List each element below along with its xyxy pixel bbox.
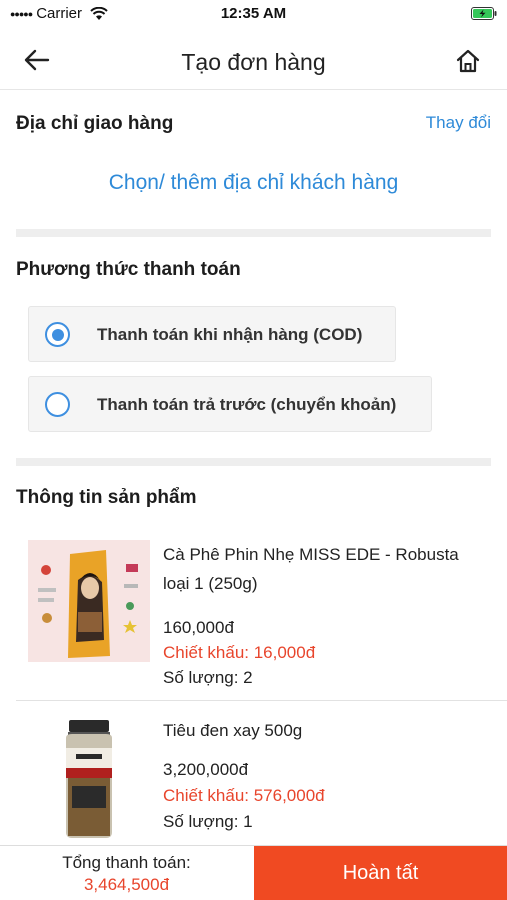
home-icon[interactable] (455, 48, 481, 74)
product-name: Cà Phê Phin Nhẹ MISS EDE - Robusta loại … (163, 545, 459, 593)
status-bar: ●●●●● Carrier 12:35 AM (0, 0, 507, 28)
coffee-bag-image (28, 540, 150, 662)
page-title: Tạo đơn hàng (181, 49, 326, 75)
radio-unselected-icon[interactable] (45, 392, 70, 417)
total-label: Tổng thanh toán: (62, 853, 191, 872)
row-divider (16, 700, 507, 701)
radio-selected-icon[interactable] (45, 322, 70, 347)
payment-method-title: Phương thức thanh toán (16, 259, 241, 280)
total-amount: 3,464,500đ (83, 875, 170, 894)
complete-order-button[interactable]: Hoàn tất (254, 846, 507, 900)
product-price: 3,200,000đ (163, 760, 249, 779)
choose-customer-address-link[interactable]: Chọn/ thêm địa chỉ khách hàng (0, 171, 507, 195)
product-quantity: Số lượng: 1 (163, 812, 253, 831)
product-discount: Chiết khấu: 16,000đ (163, 643, 316, 662)
change-address-link[interactable]: Thay đổi (426, 113, 491, 133)
section-divider (16, 458, 491, 466)
product-name: Tiêu đen xay 500g (163, 721, 303, 740)
navigation-bar: Tạo đơn hàng (0, 28, 507, 90)
product-quantity: Số lượng: 2 (163, 668, 253, 687)
clock: 12:35 AM (220, 5, 287, 22)
pepper-jar-image (66, 720, 112, 838)
checkout-footer: Tổng thanh toán: 3,464,500đ Hoàn tất (0, 845, 507, 900)
battery-charging-icon (471, 7, 497, 20)
product-price: 160,000đ (163, 618, 234, 637)
payment-option-prepaid[interactable]: Thanh toán trả trước (chuyển khoản) (28, 376, 432, 432)
payment-option-label: Thanh toán khi nhận hàng (COD) (97, 325, 363, 344)
payment-option-label: Thanh toán trả trước (chuyển khoản) (97, 395, 397, 414)
product-discount: Chiết khấu: 576,000đ (163, 786, 325, 805)
product-info-title: Thông tin sản phẩm (16, 487, 197, 508)
total-summary: Tổng thanh toán: 3,464,500đ (0, 846, 253, 900)
shipping-address-title: Địa chỉ giao hàng (16, 113, 174, 134)
section-divider (16, 229, 491, 237)
payment-option-cod[interactable]: Thanh toán khi nhận hàng (COD) (28, 306, 396, 362)
